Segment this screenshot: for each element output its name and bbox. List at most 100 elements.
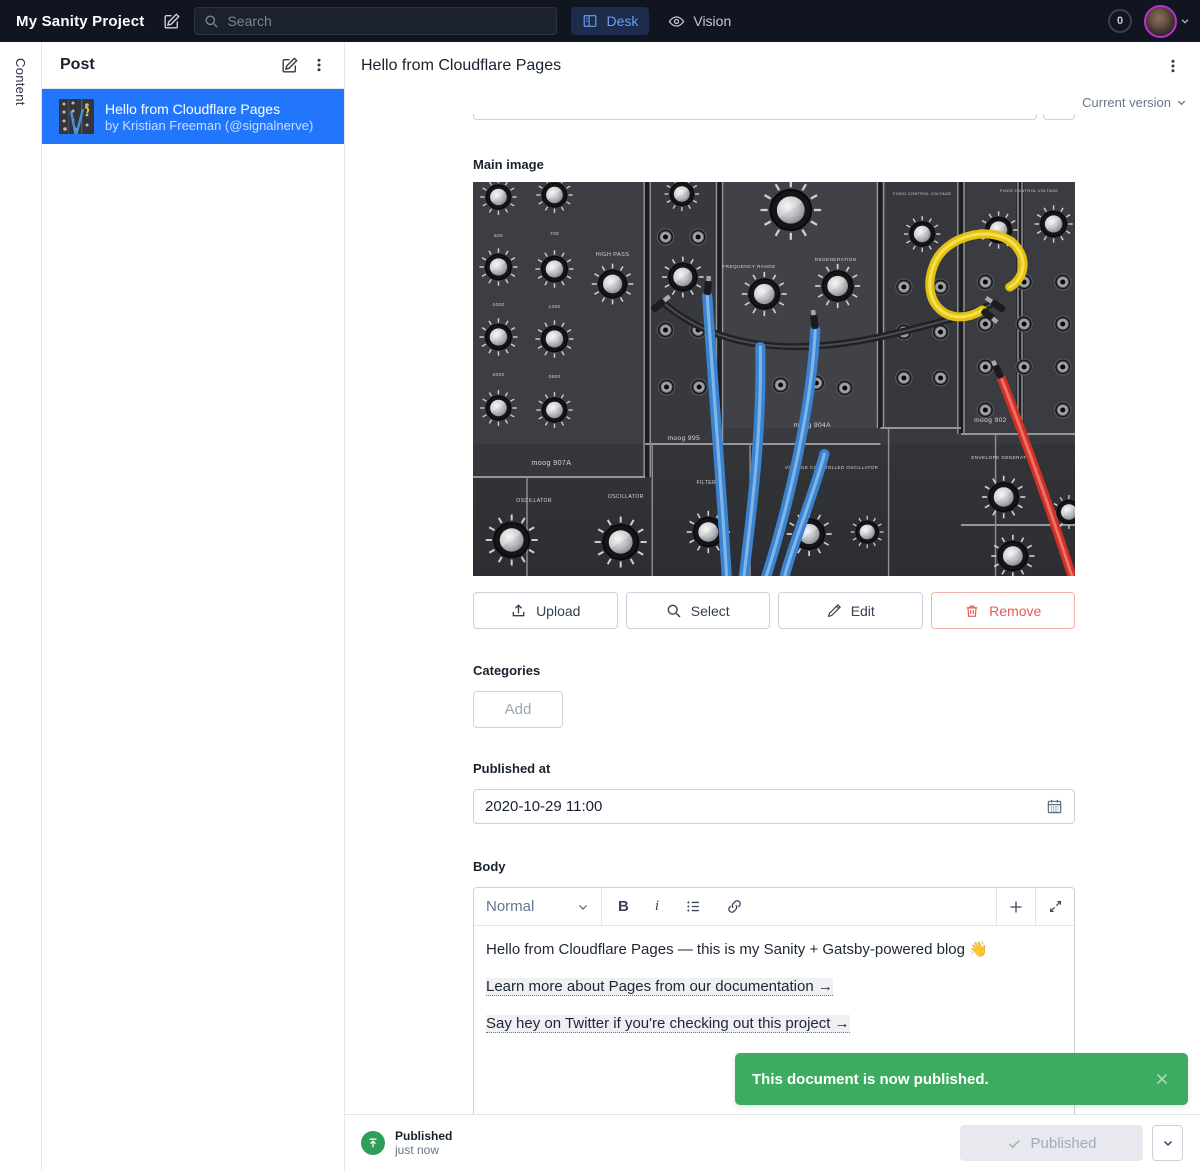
compose-icon (280, 56, 299, 75)
body-link[interactable]: Learn more about Pages from our document… (486, 978, 833, 996)
user-menu-chevron-icon[interactable] (1180, 16, 1190, 26)
post-item-subtitle: by Kristian Freeman (@signalnerve) (105, 118, 313, 134)
tool-tabs: Desk Vision (571, 7, 742, 35)
notification-badge[interactable]: 0 (1108, 9, 1132, 33)
upload-button[interactable]: Upload (473, 592, 618, 629)
remove-label: Remove (989, 603, 1041, 619)
insert-block-button[interactable] (996, 888, 1035, 925)
photo-label: FIXED CONTROL VOLTAGE (893, 192, 952, 196)
published-at-label: Published at (473, 761, 550, 776)
svg-text:2600: 2600 (548, 374, 560, 379)
trash-icon (964, 603, 980, 619)
document-menu-button[interactable] (1158, 51, 1188, 81)
calendar-icon[interactable] (1046, 798, 1063, 815)
document-form: Main image (345, 114, 1200, 1114)
version-selector[interactable]: Current version (1082, 90, 1187, 114)
search-bar[interactable] (194, 7, 557, 35)
photo-label: OSCILLATOR (516, 498, 552, 504)
edit-button[interactable]: Edit (778, 592, 923, 629)
add-category-button[interactable]: Add (473, 691, 563, 728)
publish-button[interactable]: Published (960, 1125, 1143, 1161)
fullscreen-button[interactable] (1035, 888, 1074, 925)
publish-status-text: Published just now (395, 1129, 452, 1157)
compose-icon (162, 12, 181, 31)
select-button[interactable]: Select (626, 592, 771, 629)
remove-button[interactable]: Remove (931, 592, 1076, 629)
document-title: Hello from Cloudflare Pages (361, 57, 1158, 75)
post-panel-header: Post (42, 42, 344, 89)
photo-label: moog 907A (531, 460, 571, 467)
search-input[interactable] (227, 13, 547, 29)
top-navbar: My Sanity Project Desk Vision 0 (0, 0, 1200, 42)
svg-text:1000: 1000 (492, 302, 504, 307)
editor-toolbar: Normal B i (474, 888, 1074, 926)
photo-label: moog 902 (974, 417, 1007, 424)
text-style-value: Normal (486, 898, 577, 915)
publish-status-icon (361, 1131, 385, 1155)
main-image-preview[interactable]: HIGH PASS FREQUENCY RANGE REGENERATION F… (473, 182, 1075, 576)
body-paragraph[interactable]: Hello from Cloudflare Pages — this is my… (486, 939, 1062, 961)
avatar[interactable] (1144, 5, 1177, 38)
svg-text:1400: 1400 (548, 304, 560, 309)
publish-toast: This document is now published. (735, 1053, 1188, 1105)
ellipsis-vertical-icon (311, 57, 327, 73)
image-actions: Upload Select Edit Remove (473, 592, 1075, 629)
chevron-down-icon (1176, 97, 1187, 108)
check-icon (1007, 1136, 1022, 1151)
photo-label: moog 995 (668, 435, 701, 442)
document-header: Hello from Cloudflare Pages (345, 42, 1200, 90)
desk-icon (582, 13, 598, 29)
slug-button-partial[interactable] (1043, 114, 1075, 120)
pencil-icon (826, 603, 842, 619)
upload-icon (510, 602, 527, 619)
upload-label: Upload (536, 603, 580, 619)
document-panel: Hello from Cloudflare Pages Current vers… (345, 42, 1200, 1171)
italic-button[interactable]: i (653, 898, 661, 915)
create-post-button[interactable] (274, 50, 304, 80)
tab-desk[interactable]: Desk (571, 7, 649, 35)
body-link[interactable]: Say hey on Twitter if you're checking ou… (486, 1015, 850, 1033)
add-label: Add (505, 701, 532, 718)
content-rail: Content (0, 42, 42, 1171)
post-panel-menu-button[interactable] (304, 50, 334, 80)
post-list-item-selected[interactable]: Hello from Cloudflare Pages by Kristian … (42, 89, 344, 144)
version-label: Current version (1082, 95, 1171, 110)
toast-message: This document is now published. (752, 1071, 1153, 1088)
synth-photo: HIGH PASS FREQUENCY RANGE REGENERATION F… (473, 182, 1075, 576)
edit-label: Edit (851, 603, 875, 619)
notification-count: 0 (1117, 15, 1123, 27)
photo-label: OSCILLATOR (608, 494, 644, 500)
content-rail-label[interactable]: Content (13, 58, 28, 106)
body-content[interactable]: Hello from Cloudflare Pages — this is my… (474, 926, 1074, 1062)
tab-vision[interactable]: Vision (657, 7, 742, 35)
publish-status-time: just now (395, 1143, 452, 1157)
categories-label: Categories (473, 663, 540, 678)
body-paragraph: Say hey on Twitter if you're checking ou… (486, 1013, 1062, 1035)
toast-close-button[interactable] (1153, 1070, 1171, 1088)
slug-input-partial[interactable] (473, 114, 1037, 120)
publish-button-label: Published (1031, 1135, 1097, 1152)
post-item-title: Hello from Cloudflare Pages (105, 100, 313, 118)
link-button[interactable] (726, 898, 743, 915)
photo-label: HIGH PASS (596, 252, 630, 258)
select-label: Select (691, 603, 730, 619)
body-label: Body (473, 859, 506, 874)
publish-menu-button[interactable] (1152, 1125, 1183, 1161)
chevron-down-icon (577, 901, 589, 913)
post-panel-title: Post (60, 56, 274, 74)
photo-label: REGENERATION (815, 257, 857, 262)
tab-desk-label: Desk (606, 13, 638, 29)
toolbar-spacer (743, 888, 996, 925)
eye-icon (668, 13, 685, 30)
text-style-select[interactable]: Normal (474, 888, 602, 925)
published-at-input[interactable] (485, 798, 1046, 815)
svg-text:700: 700 (550, 231, 559, 236)
format-buttons: B i (602, 888, 743, 925)
new-document-button[interactable] (156, 7, 186, 35)
chevron-down-icon (1162, 1137, 1174, 1149)
main-image-label: Main image (473, 157, 544, 172)
bullet-list-button[interactable] (685, 898, 702, 915)
sanity-studio-app: My Sanity Project Desk Vision 0 (0, 0, 1200, 1171)
svg-text:500: 500 (494, 233, 503, 238)
bold-button[interactable]: B (618, 898, 629, 915)
